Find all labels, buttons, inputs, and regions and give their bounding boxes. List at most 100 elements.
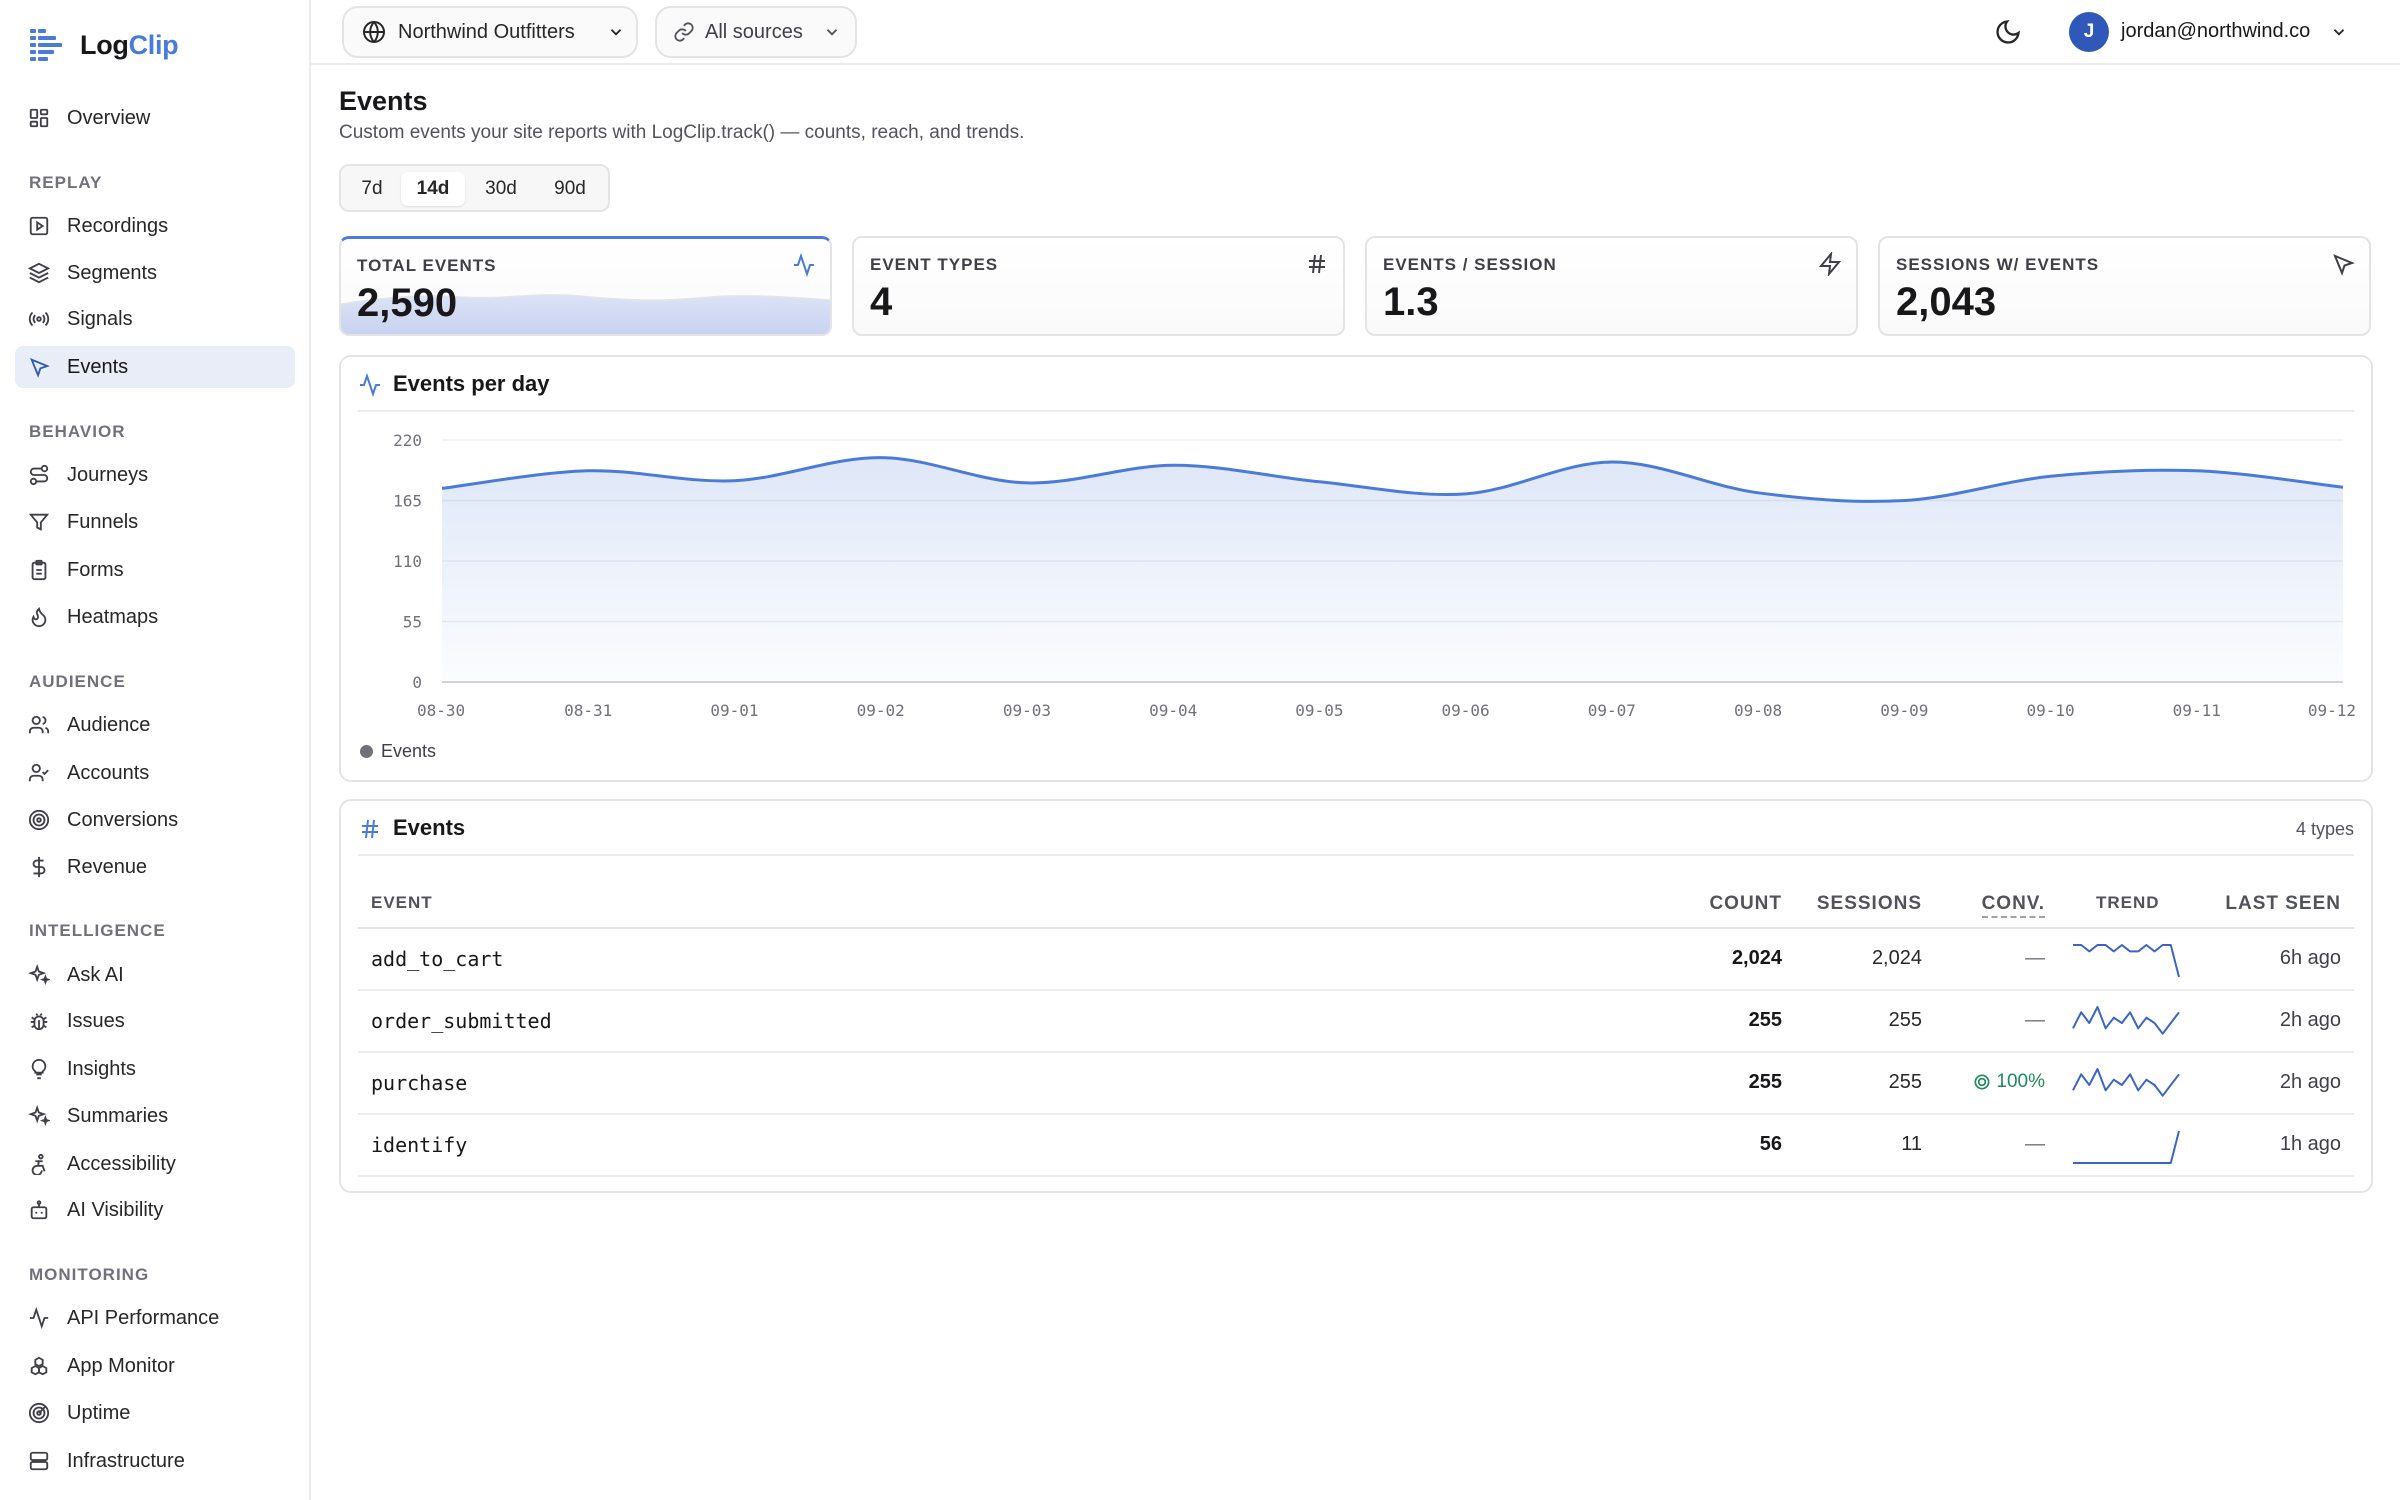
x-tick-label: 08-30 <box>417 701 465 720</box>
column-header-trend: TREND <box>2096 893 2160 912</box>
top-bar: Northwind Outfitters All sources J jorda… <box>311 0 2400 65</box>
moon-icon[interactable] <box>1994 18 2022 46</box>
column-header-sessions[interactable]: SESSIONS <box>1817 893 1922 915</box>
sidebar-item-summaries[interactable]: Summaries <box>15 1095 295 1137</box>
sidebar-item-recordings[interactable]: Recordings <box>15 205 295 247</box>
event-sessions: 255 <box>1888 1071 1922 1093</box>
data-point-09-08[interactable] <box>1752 487 1764 499</box>
source-selector[interactable]: All sources <box>655 6 857 58</box>
data-point-09-03[interactable] <box>1021 477 1033 489</box>
event-conv: 100% <box>1974 1071 2045 1093</box>
x-tick-label: 09-05 <box>1295 701 1343 720</box>
table-row[interactable]: order_submitted 255 255 — 2h ago <box>358 991 2354 1053</box>
sidebar-item-infrastructure[interactable]: Infrastructure <box>15 1440 295 1482</box>
event-last-seen: 2h ago <box>2279 1009 2341 1031</box>
sidebar-item-issues[interactable]: Issues <box>15 1000 295 1042</box>
avatar[interactable]: J <box>2069 12 2109 52</box>
data-point-08-31[interactable] <box>582 465 594 477</box>
data-point-09-07[interactable] <box>1606 456 1618 468</box>
x-tick-label: 09-04 <box>1149 701 1197 720</box>
sidebar-item-forms[interactable]: Forms <box>15 549 295 591</box>
sidebar-item-insights[interactable]: Insights <box>15 1048 295 1090</box>
column-header-event[interactable]: EVENT <box>371 893 433 913</box>
sidebar-item-funnels[interactable]: Funnels <box>15 501 295 543</box>
sidebar-item-label: Ask AI <box>67 963 124 986</box>
user-check-icon <box>28 763 49 782</box>
range-30d-button[interactable]: 30d <box>469 172 533 206</box>
table-row[interactable]: identify 56 11 — 1h ago <box>358 1115 2354 1177</box>
section-title-audience: AUDIENCE <box>29 672 126 691</box>
sidebar-item-journeys[interactable]: Journeys <box>15 454 295 496</box>
event-name: purchase <box>371 1071 468 1095</box>
server-icon <box>29 1451 49 1471</box>
event-sessions: 11 <box>1901 1133 1922 1155</box>
sidebar-item-revenue[interactable]: Revenue <box>15 846 295 888</box>
event-conv: — <box>2025 947 2045 969</box>
zap-icon <box>1818 252 1842 276</box>
layers-icon <box>28 262 50 284</box>
range-14d-button[interactable]: 14d <box>401 172 465 206</box>
legend-dot <box>360 745 373 758</box>
range-7d-button[interactable]: 7d <box>347 172 397 206</box>
sidebar-item-ai-visibility[interactable]: AI Visibility <box>15 1189 295 1231</box>
x-tick-label: 09-07 <box>1588 701 1636 720</box>
stat-event-types: EVENT TYPES 4 <box>852 236 1345 336</box>
sidebar-item-label: Uptime <box>67 1401 131 1424</box>
column-header-count[interactable]: COUNT <box>1709 893 1782 915</box>
brand-logo[interactable]: LogClip <box>28 24 179 66</box>
sidebar-item-uptime[interactable]: Uptime <box>15 1392 295 1434</box>
data-point-09-04[interactable] <box>1167 459 1179 471</box>
stat-events-per-session: EVENTS / SESSION 1.3 <box>1365 236 1858 336</box>
sidebar-item-audience[interactable]: Audience <box>15 704 295 746</box>
sidebar-item-accounts[interactable]: Accounts <box>15 752 295 794</box>
y-tick-label: 165 <box>393 492 422 511</box>
range-90d-button[interactable]: 90d <box>537 172 603 206</box>
data-point-09-05[interactable] <box>1313 476 1325 488</box>
sidebar-item-events[interactable]: Events <box>15 346 295 388</box>
sidebar-item-app-monitor[interactable]: App Monitor <box>15 1345 295 1387</box>
sidebar-item-api-performance[interactable]: API Performance <box>15 1297 295 1339</box>
data-point-09-01[interactable] <box>728 475 740 487</box>
sidebar-item-label: Issues <box>67 1009 125 1032</box>
target-icon <box>28 809 50 831</box>
user-email[interactable]: jordan@northwind.co <box>2121 20 2310 43</box>
sidebar-item-signals[interactable]: Signals <box>15 298 295 340</box>
sidebar-item-label: Summaries <box>67 1104 169 1127</box>
data-point-09-02[interactable] <box>875 452 887 464</box>
table-row[interactable]: add_to_cart 2,024 2,024 — 6h ago <box>358 929 2354 991</box>
data-point-09-10[interactable] <box>2045 470 2057 482</box>
event-last-seen: 6h ago <box>2279 947 2341 969</box>
table-row[interactable]: purchase 255 255 100% 2h ago <box>358 1053 2354 1115</box>
sidebar-item-heatmaps[interactable]: Heatmaps <box>15 596 295 638</box>
sidebar: LogClip Overview REPLAY Recordings Segme… <box>0 0 311 1500</box>
chevron-down-icon[interactable] <box>2330 23 2348 41</box>
target-icon <box>1974 1074 1990 1090</box>
source-label: All sources <box>705 21 803 43</box>
data-point-09-09[interactable] <box>1898 495 1910 507</box>
sidebar-item-conversions[interactable]: Conversions <box>15 799 295 841</box>
column-header-conv[interactable]: CONV. <box>1981 893 2045 918</box>
play-square-icon <box>29 216 49 236</box>
column-header-last-seen[interactable]: LAST SEEN <box>2225 893 2341 915</box>
trend-line <box>2073 944 2180 978</box>
broadcast-icon <box>28 311 50 327</box>
chevron-down-icon <box>610 29 622 36</box>
data-point-08-30[interactable] <box>436 482 448 494</box>
sidebar-item-label: Insights <box>67 1057 136 1080</box>
sidebar-item-accessibility[interactable]: Accessibility <box>15 1143 295 1185</box>
data-point-09-12[interactable] <box>2337 481 2349 493</box>
card-title: Events <box>393 815 466 840</box>
sidebar-item-segments[interactable]: Segments <box>15 252 295 294</box>
data-point-09-06[interactable] <box>1460 488 1472 500</box>
sidebar-item-label: Events <box>67 355 129 378</box>
trend-sparkline <box>2072 1006 2180 1035</box>
workspace-selector[interactable]: Northwind Outfitters <box>342 6 638 58</box>
trend-line <box>2072 1068 2180 1097</box>
bug-icon <box>30 1013 48 1031</box>
data-point-09-11[interactable] <box>2191 465 2203 477</box>
radar-icon <box>28 1402 50 1424</box>
sparkles-icon <box>28 1105 50 1127</box>
sidebar-item-overview[interactable]: Overview <box>15 97 295 139</box>
event-sessions: 2,024 <box>1871 947 1922 969</box>
sidebar-item-ask-ai[interactable]: Ask AI <box>15 954 295 996</box>
